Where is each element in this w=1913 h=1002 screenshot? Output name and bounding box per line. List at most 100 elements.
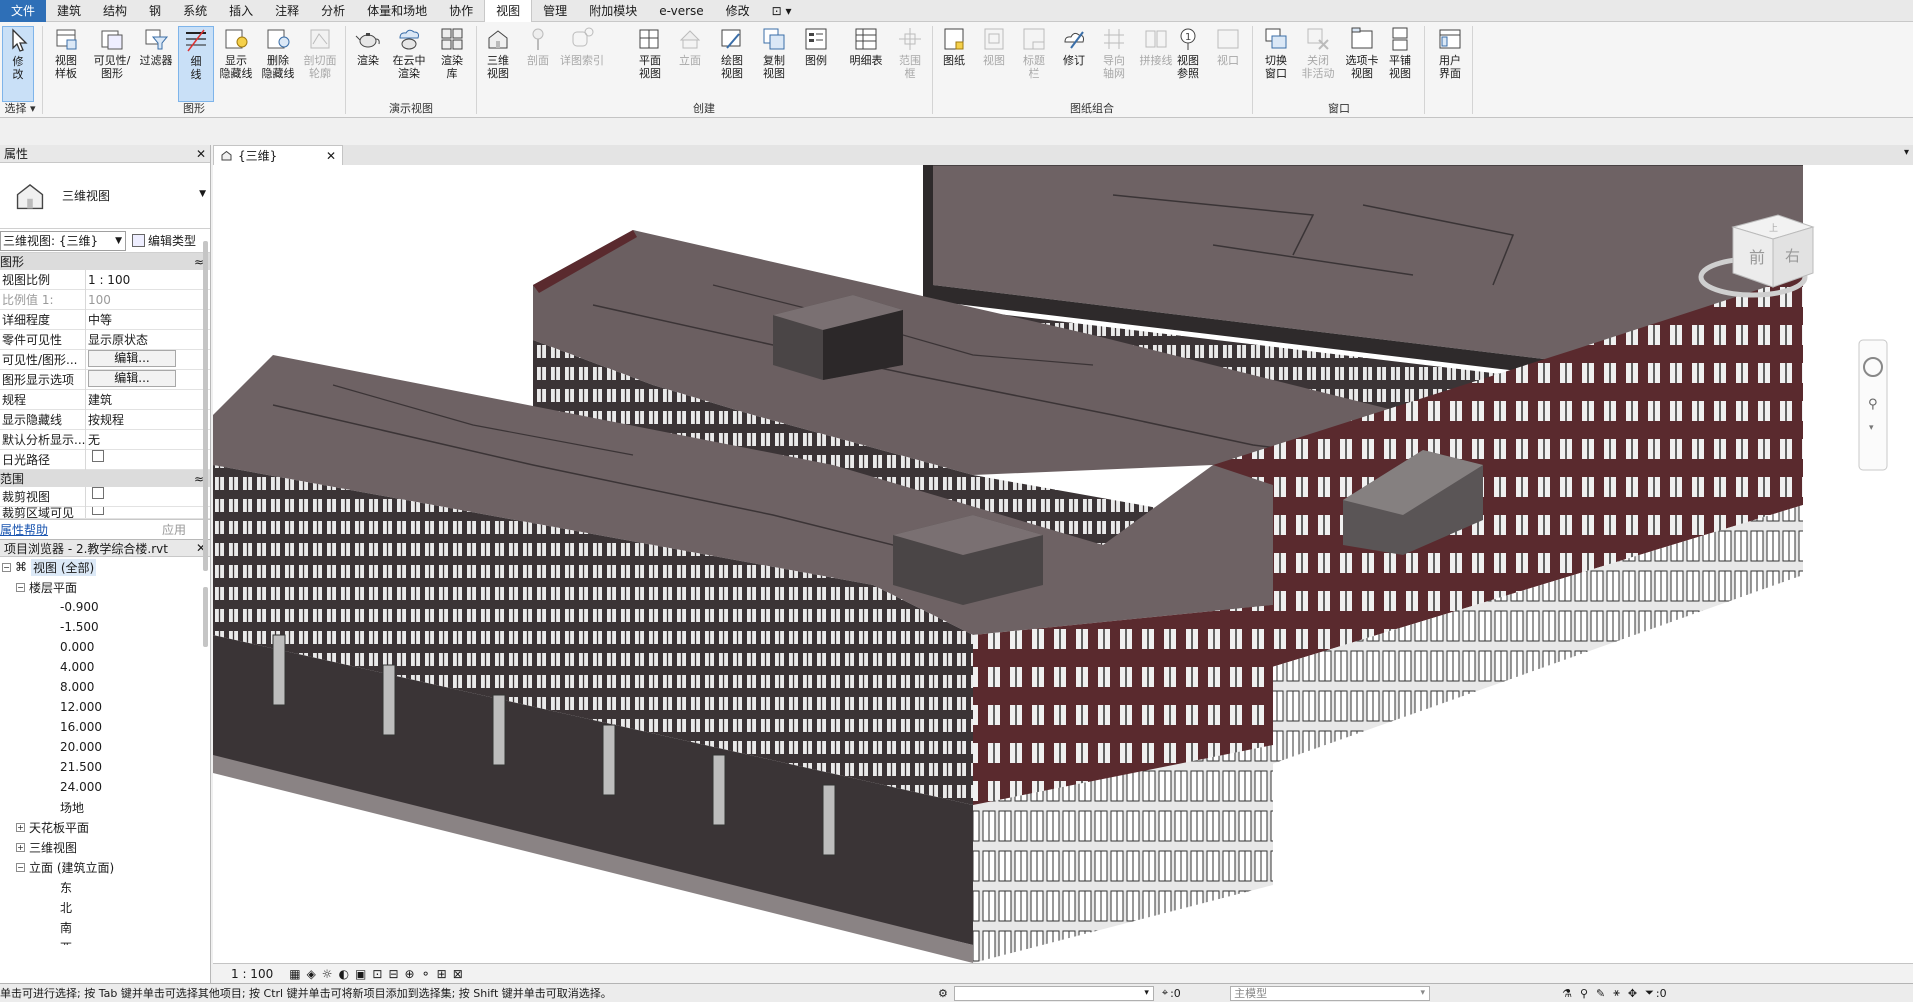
tree-level-item[interactable]: 24.000 — [0, 777, 210, 797]
drafting-view-button[interactable]: 绘图 视图 — [712, 26, 752, 80]
tree-level-item[interactable]: -0.900 — [0, 597, 210, 617]
tree-level-item[interactable]: 21.500 — [0, 757, 210, 777]
menu-collaborate[interactable]: 协作 — [438, 0, 484, 22]
tree-3d-views[interactable]: + 三维视图 — [0, 837, 210, 857]
tree-level-item[interactable]: 场地 — [0, 797, 210, 817]
view-tab-3d[interactable]: {三维} ✕ — [213, 145, 343, 165]
user-interface-button[interactable]: 用户 界面 — [1430, 26, 1470, 80]
crop-view-checkbox[interactable] — [92, 486, 104, 499]
elevation-button[interactable]: 立面 — [670, 26, 710, 67]
duplicate-view-button[interactable]: 复制 视图 — [754, 26, 794, 80]
menu-extra-dropdown[interactable]: ⊡ ▾ — [761, 0, 803, 22]
tab-menu-icon[interactable]: ▾ — [1904, 147, 1909, 158]
3d-view-canvas[interactable]: 前 右 上 ⚲ ▾ — [213, 165, 1913, 963]
property-value[interactable]: 中等 — [86, 310, 176, 330]
collapse-icon[interactable]: − — [16, 582, 25, 592]
section-button[interactable]: 剖面 — [518, 26, 558, 67]
close-icon[interactable]: ✕ — [326, 149, 336, 163]
crop-view-icon[interactable]: ⊡ — [372, 967, 382, 981]
callout-button[interactable]: 详图索引 — [558, 26, 606, 67]
view-reference-button[interactable]: 1 视图 参照 — [1168, 26, 1208, 80]
tree-elevation-item[interactable]: 东 — [0, 877, 210, 897]
render-cloud-button[interactable]: 在云中 渲染 — [388, 26, 430, 80]
tree-level-item[interactable]: 20.000 — [0, 737, 210, 757]
tab-views-button[interactable]: 选项卡 视图 — [1340, 26, 1384, 80]
property-value[interactable]: 显示原状态 — [86, 330, 176, 350]
view-scale[interactable]: 1 : 100 — [231, 967, 273, 981]
workset-selector[interactable]: ▾ — [953, 985, 1154, 1001]
menu-architecture[interactable]: 建筑 — [46, 0, 92, 22]
cut-profile-button[interactable]: 剖切面 轮廓 — [300, 26, 340, 80]
place-view-button[interactable]: 视图 — [974, 26, 1014, 67]
legends-button[interactable]: 图例 — [796, 26, 836, 67]
view-templates-button[interactable]: 视图 样板 — [46, 26, 86, 80]
crop-region-visible-checkbox[interactable] — [92, 507, 104, 515]
properties-scrollbar[interactable] — [203, 241, 208, 571]
menu-manage[interactable]: 管理 — [532, 0, 578, 22]
title-block-button[interactable]: 标题栏 — [1014, 26, 1054, 80]
property-value[interactable]: 建筑 — [86, 390, 176, 410]
menu-view[interactable]: 视图 — [484, 0, 533, 22]
modify-button[interactable]: 修 改 — [2, 26, 34, 102]
guide-grid-button[interactable]: 导向 轴网 — [1094, 26, 1134, 80]
menu-insert[interactable]: 插入 — [218, 0, 264, 22]
select-panel-label[interactable]: 选择 ▾ — [0, 100, 40, 116]
tile-views-button[interactable]: 平铺 视图 — [1380, 26, 1420, 80]
navigation-bar[interactable]: ⚲ ▾ — [1858, 339, 1888, 471]
graphic-display-edit-button[interactable]: 编辑... — [88, 369, 176, 387]
property-value[interactable]: 按规程 — [86, 410, 176, 430]
collapse-icon[interactable]: − — [16, 862, 25, 872]
menu-steel[interactable]: 钢 — [138, 0, 172, 22]
revisions-button[interactable]: 修订 — [1054, 26, 1094, 67]
apply-button[interactable]: 应用 — [162, 521, 186, 538]
tree-root[interactable]: − ⌘ 视图 (全部) — [0, 557, 210, 577]
building-model[interactable]: 前 右 上 ⚲ ▾ — [213, 165, 1913, 963]
property-row[interactable]: 默认分析显示... 无 — [0, 429, 210, 450]
menu-modify[interactable]: 修改 — [715, 0, 761, 22]
thin-lines-button[interactable]: 细线 — [178, 26, 214, 102]
property-row[interactable]: 零件可见性 显示原状态 — [0, 329, 210, 350]
menu-addins[interactable]: 附加模块 — [578, 0, 648, 22]
render-gallery-button[interactable]: 渲染库 — [432, 26, 472, 80]
select-by-face-icon[interactable]: ⚹ — [1613, 986, 1620, 1000]
type-selector[interactable]: 三维视图 ▼ — [0, 163, 210, 229]
filter-icon[interactable]: ⏷ — [1645, 986, 1654, 1000]
sun-path-checkbox[interactable] — [92, 449, 104, 462]
menu-structure[interactable]: 结构 — [92, 0, 138, 22]
extents-section-header[interactable]: 范围 ≈ — [0, 470, 210, 487]
analytical-model-icon[interactable]: ⊠ — [453, 967, 463, 981]
property-row[interactable]: 视图比例 1 : 100 — [0, 269, 210, 290]
shadows-icon[interactable]: ◐ — [339, 967, 349, 981]
menu-annotate[interactable]: 注释 — [264, 0, 310, 22]
schedules-button[interactable]: 明细表 — [844, 26, 888, 67]
tree-level-item[interactable]: 16.000 — [0, 717, 210, 737]
show-hidden-lines-button[interactable]: 显示 隐藏线 — [216, 26, 256, 80]
properties-help-link[interactable]: 属性帮助 — [0, 521, 48, 538]
remove-hidden-lines-button[interactable]: 删除 隐藏线 — [258, 26, 298, 80]
tree-elevation-item[interactable]: 西 — [0, 937, 210, 946]
viewports-button[interactable]: 视口 — [1208, 26, 1248, 67]
scope-box-button[interactable]: 范围框 — [890, 26, 930, 80]
sheet-button[interactable]: 图纸 — [934, 26, 974, 67]
graphics-section-header[interactable]: 图形 ≈ — [0, 253, 210, 270]
tree-floor-plans[interactable]: − 楼层平面 — [0, 577, 210, 597]
tree-level-item[interactable]: 12.000 — [0, 697, 210, 717]
menu-analyze[interactable]: 分析 — [310, 0, 356, 22]
edit-type-button[interactable]: 编辑类型 — [132, 232, 196, 249]
menu-everse[interactable]: e-verse — [648, 0, 714, 22]
property-value[interactable]: 无 — [86, 430, 176, 450]
tree-level-item[interactable]: 4.000 — [0, 657, 210, 677]
property-value[interactable]: 1 : 100 — [86, 270, 176, 290]
expand-icon[interactable]: + — [16, 822, 25, 832]
tree-ceiling-plans[interactable]: + 天花板平面 — [0, 817, 210, 837]
plan-views-button[interactable]: 平面 视图 — [630, 26, 670, 80]
reveal-hidden-icon[interactable]: ⚬ — [421, 967, 431, 981]
menu-massing[interactable]: 体量和场地 — [356, 0, 438, 22]
visual-style-icon[interactable]: ◈ — [307, 967, 316, 981]
detail-level-icon[interactable]: ▦ — [289, 967, 300, 981]
close-inactive-button[interactable]: 关闭 非活动 — [1296, 26, 1340, 80]
menu-systems[interactable]: 系统 — [172, 0, 218, 22]
instance-selector[interactable]: 三维视图: {三维} ▼ — [0, 230, 126, 251]
select-pinned-icon[interactable]: ✎ — [1596, 987, 1605, 1000]
visibility-graphics-button[interactable]: 可见性/图形 — [89, 26, 135, 80]
